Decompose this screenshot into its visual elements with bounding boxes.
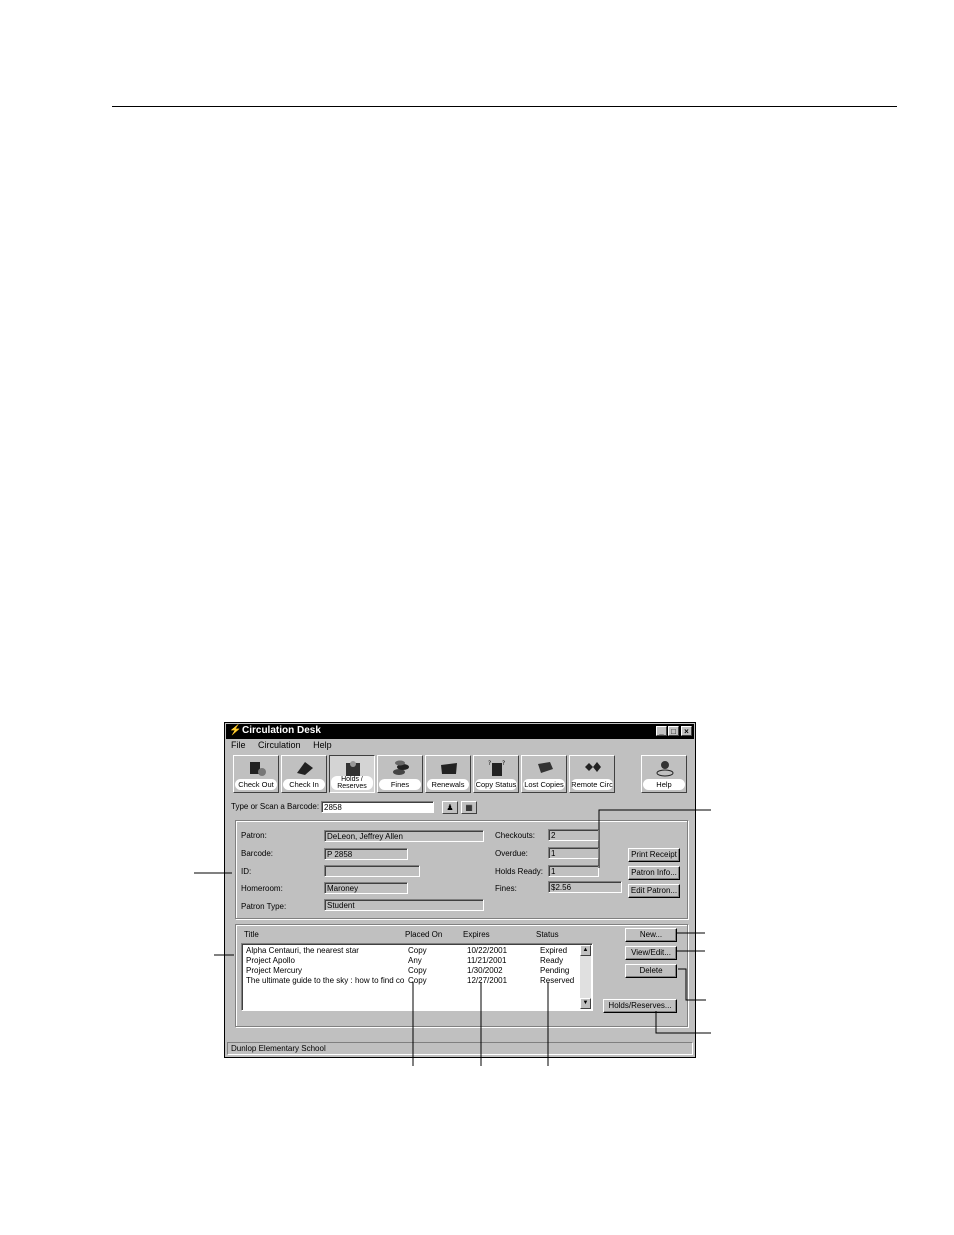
callout-holds-reserves bbox=[655, 1011, 711, 1034]
callout-holds-ready bbox=[598, 809, 711, 868]
callout-lines bbox=[194, 809, 711, 1066]
callout-delete bbox=[678, 968, 706, 1001]
